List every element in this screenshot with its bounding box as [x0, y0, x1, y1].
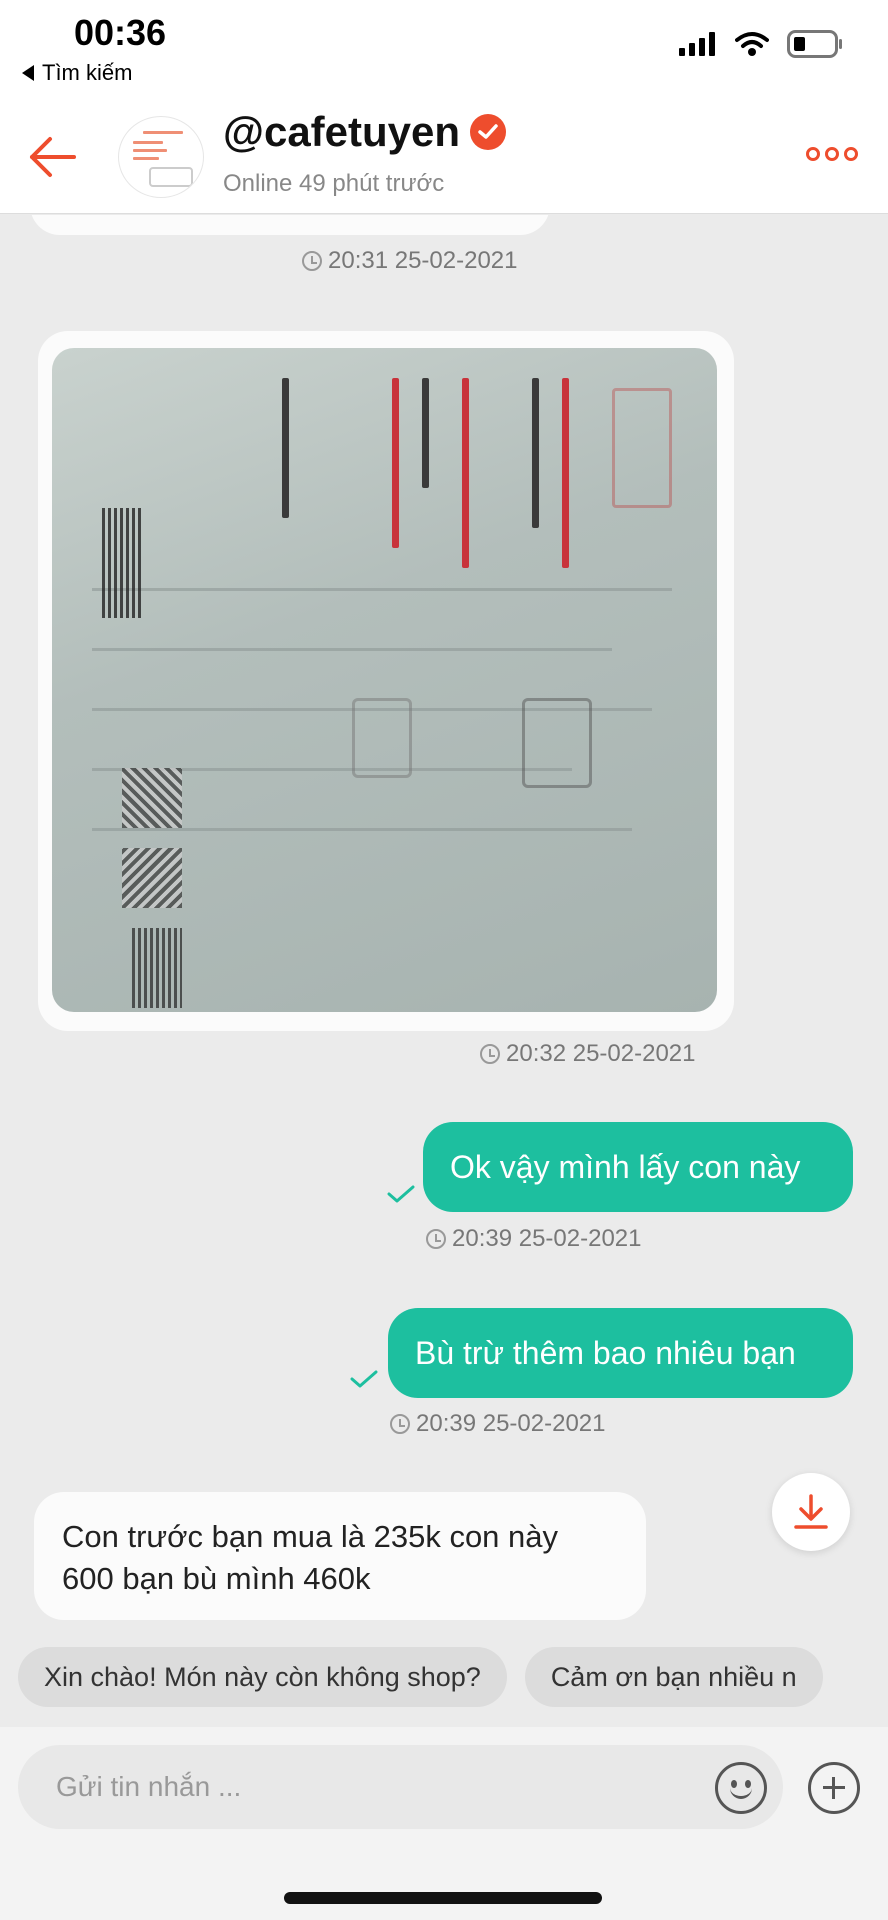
sent-check-icon [350, 1370, 378, 1388]
battery-icon [787, 30, 842, 58]
message-text-line: 600 bạn bù mình 460k [62, 1561, 371, 1596]
message-text-line: Con trước bạn mua là 235k con này [62, 1519, 559, 1554]
quick-reply-chip[interactable]: Cảm ơn bạn nhiều n [524, 1647, 823, 1707]
smiley-icon[interactable] [715, 1762, 767, 1814]
chat-header: @cafetuyen Online 49 phút trước [0, 100, 888, 214]
signal-icon [679, 32, 715, 56]
online-status: Online 49 phút trước [223, 170, 445, 197]
more-dots-icon[interactable] [806, 147, 858, 161]
quick-replies: Xin chào! Món này còn không shop? Cảm ơn… [18, 1647, 823, 1707]
clock-icon [302, 251, 322, 271]
avatar[interactable] [118, 116, 204, 198]
plus-circle-icon[interactable] [808, 1762, 860, 1814]
clock-icon [390, 1414, 410, 1434]
contact-name[interactable]: @cafetuyen [223, 108, 507, 156]
back-triangle-icon [22, 65, 34, 81]
back-to-search-label: Tìm kiếm [42, 60, 133, 85]
home-indicator [284, 1892, 602, 1904]
sent-check-icon [387, 1185, 415, 1203]
message-image[interactable] [52, 348, 717, 1012]
message-timestamp: 20:39 25-02-2021 [390, 1410, 606, 1438]
verified-check-icon [470, 114, 507, 150]
sent-message-bubble[interactable]: Ok vậy mình lấy con này [423, 1122, 853, 1212]
message-timestamp: 20:31 25-02-2021 [302, 247, 518, 275]
status-bar: 00:36 Tìm kiếm [0, 0, 888, 100]
received-message-bubble[interactable]: Con trước bạn mua là 235k con này 600 bạ… [34, 1492, 646, 1620]
status-icons [679, 30, 843, 58]
download-icon[interactable] [772, 1473, 850, 1551]
message-input-placeholder: Gửi tin nhắn ... [56, 1771, 242, 1802]
back-to-search[interactable]: Tìm kiếm [22, 60, 132, 86]
clock-icon [480, 1044, 500, 1064]
message-text: Ok vậy mình lấy con này [450, 1148, 801, 1185]
sent-message-bubble[interactable]: Bù trừ thêm bao nhiêu bạn [388, 1308, 853, 1398]
status-time: 00:36 [74, 12, 167, 53]
arrow-left-icon[interactable] [28, 132, 78, 182]
message-timestamp: 20:39 25-02-2021 [426, 1225, 642, 1253]
contact-name-text: @cafetuyen [223, 108, 461, 155]
message-bubble-partial [30, 215, 550, 235]
quick-reply-chip[interactable]: Xin chào! Món này còn không shop? [18, 1647, 507, 1707]
clock-icon [426, 1229, 446, 1249]
message-text: Bù trừ thêm bao nhiêu bạn [415, 1334, 796, 1371]
wifi-icon [735, 32, 769, 56]
message-input[interactable]: Gửi tin nhắn ... [18, 1745, 783, 1829]
message-timestamp: 20:32 25-02-2021 [480, 1040, 696, 1068]
